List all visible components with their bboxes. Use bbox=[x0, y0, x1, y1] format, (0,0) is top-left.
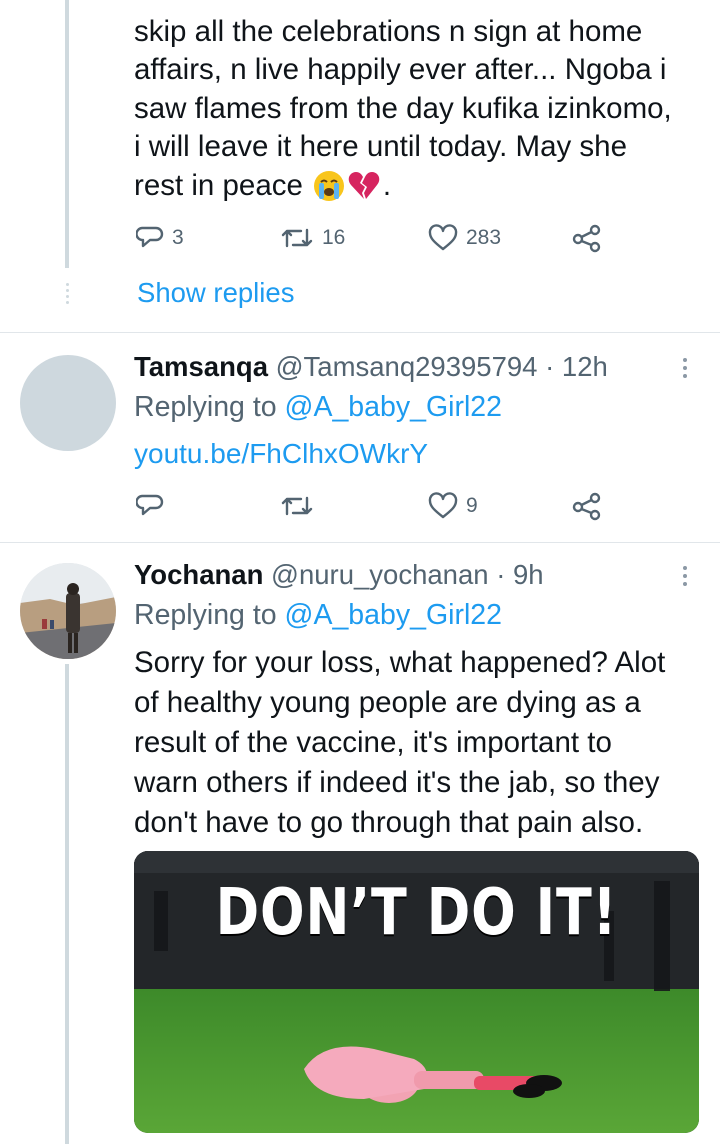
thread-gap-dots bbox=[66, 283, 70, 307]
heart-icon bbox=[428, 224, 458, 252]
loudly-crying-face-icon bbox=[313, 170, 345, 202]
tweet2-replying: Replying to @A_baby_Girl22 bbox=[134, 391, 502, 424]
thread-line-top bbox=[65, 0, 69, 268]
tweet2-author-handle[interactable]: @Tamsanq29395794 bbox=[276, 351, 538, 382]
tweet2-header: Tamsanqa @Tamsanq29395794 · 12h bbox=[134, 351, 608, 383]
tweet2-author-name[interactable]: Tamsanqa bbox=[134, 351, 268, 382]
tweet3-text-line-1: Sorry for your loss, what happened? Alot bbox=[134, 646, 666, 679]
divider-2 bbox=[0, 542, 720, 543]
tweet3-more-icon[interactable] bbox=[682, 566, 688, 590]
tweet2-share-button[interactable] bbox=[571, 491, 603, 521]
tweet3-media-image[interactable]: DON’T DO IT! bbox=[134, 851, 699, 1133]
heart-icon bbox=[428, 492, 458, 520]
tweet1-text-line-5: rest in peace . bbox=[134, 166, 391, 206]
tweet3-timestamp[interactable]: · 9h bbox=[496, 559, 543, 590]
tweet3-replying: Replying to @A_baby_Girl22 bbox=[134, 599, 502, 632]
tweet2-more-icon[interactable] bbox=[682, 358, 688, 382]
media-caption: DON’T DO IT! bbox=[215, 876, 618, 950]
tweet2-reply-button[interactable] bbox=[136, 492, 164, 520]
tweet1-retweet-count: 16 bbox=[322, 226, 346, 249]
tweet1-text-tail: . bbox=[382, 169, 392, 202]
tweet1-text-line-5-words: rest in peace bbox=[134, 169, 303, 202]
show-replies-link[interactable]: Show replies bbox=[137, 277, 294, 309]
retweet-icon bbox=[280, 224, 314, 252]
tweet2-like-count: 9 bbox=[466, 494, 478, 517]
tweet3-author-handle[interactable]: @nuru_yochanan bbox=[271, 559, 489, 590]
tweet3-header: Yochanan @nuru_yochanan · 9h bbox=[134, 559, 544, 591]
tweet1-reply-count: 3 bbox=[172, 226, 184, 249]
tweet1-retweet-button[interactable]: 16 bbox=[280, 224, 345, 252]
tweet3-text-line-4: warn others if indeed it's the jab, so t… bbox=[134, 766, 660, 799]
tweet1-text-line-3: saw flames from the day kufika izinkomo, bbox=[134, 92, 672, 125]
divider-1 bbox=[0, 332, 720, 333]
share-icon bbox=[571, 491, 603, 521]
tweet1-text-line-1: skip all the celebrations n sign at home bbox=[134, 15, 643, 48]
tweet2-like-button[interactable]: 9 bbox=[428, 492, 478, 520]
thread-line-bottom bbox=[65, 664, 69, 1144]
share-icon bbox=[571, 223, 603, 253]
broken-heart-icon bbox=[347, 170, 381, 202]
tweet1-text-line-4: i will leave it here until today. May sh… bbox=[134, 130, 627, 163]
tweet1-reply-button[interactable]: 3 bbox=[136, 224, 184, 252]
tweet3-text-line-2: of healthy young people are dying as a bbox=[134, 686, 641, 719]
tweet1-like-button[interactable]: 283 bbox=[428, 224, 501, 252]
tweet2-replying-handle[interactable]: @A_baby_Girl22 bbox=[285, 391, 502, 423]
tweet3-author-name[interactable]: Yochanan bbox=[134, 559, 263, 590]
avatar-yochanan[interactable] bbox=[20, 563, 116, 659]
reply-icon bbox=[136, 224, 164, 252]
tweet1-like-count: 283 bbox=[466, 226, 502, 249]
avatar-default[interactable] bbox=[20, 355, 116, 451]
retweet-icon bbox=[280, 492, 314, 520]
tweet1-share-button[interactable] bbox=[571, 223, 603, 253]
tweet2-retweet-button[interactable] bbox=[280, 492, 314, 520]
tweet2-youtube-link[interactable]: youtu.be/FhClhxOWkrY bbox=[134, 438, 428, 470]
tweet3-replying-prefix: Replying to bbox=[134, 599, 277, 631]
tweet3-text-line-3: result of the vaccine, it's important to bbox=[134, 726, 612, 759]
tweet3-text-line-5: don't have to go through that pain also. bbox=[134, 806, 644, 839]
tweet2-replying-prefix: Replying to bbox=[134, 391, 277, 423]
tweet3-replying-handle[interactable]: @A_baby_Girl22 bbox=[285, 599, 502, 631]
reply-icon bbox=[136, 492, 164, 520]
tweet1-text-line-2: affairs, n live happily ever after... Ng… bbox=[134, 53, 667, 86]
tweet2-timestamp[interactable]: · 12h bbox=[545, 351, 608, 382]
